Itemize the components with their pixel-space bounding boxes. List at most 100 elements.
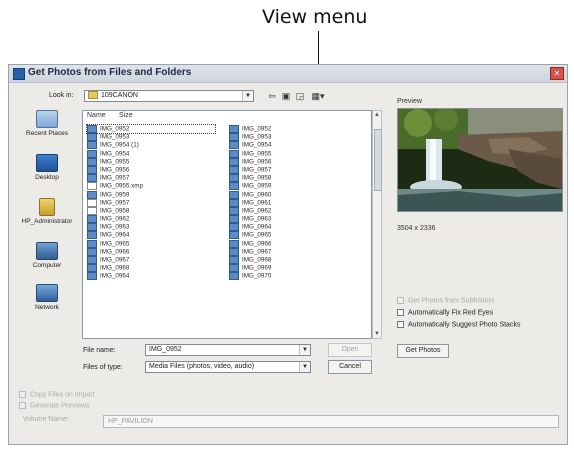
file-list[interactable]: Name Size IMG_0952 IMG_0953 IMG_0954 (1)… xyxy=(82,110,372,339)
file-item[interactable]: IMG_0966 xyxy=(229,239,359,248)
image-file-icon xyxy=(229,239,239,248)
file-item[interactable]: IMG_0966 xyxy=(87,247,217,256)
column-header-size[interactable]: Size xyxy=(119,112,133,123)
file-item[interactable]: IMG_0962 xyxy=(229,206,359,215)
cancel-button[interactable]: Cancel xyxy=(328,360,372,374)
close-icon[interactable]: ✕ xyxy=(550,67,564,80)
file-item[interactable]: IMG_0959 xyxy=(229,182,359,191)
file-item[interactable]: IMG_0963 xyxy=(229,215,359,224)
column-header-name[interactable]: Name xyxy=(87,112,106,123)
view-menu-icon[interactable]: ▦▾ xyxy=(310,91,326,102)
back-arrow-icon[interactable]: ⇦ xyxy=(266,91,278,102)
new-folder-icon[interactable]: ◲ xyxy=(294,91,306,102)
scroll-down-icon[interactable]: ▼ xyxy=(373,330,381,338)
file-item[interactable]: IMG_0955.xmp xyxy=(87,182,217,191)
file-item[interactable]: IMG_0957 xyxy=(87,198,217,207)
file-item[interactable]: IMG_0961 xyxy=(229,198,359,207)
user-folder-icon xyxy=(39,198,55,216)
app-icon xyxy=(13,68,25,80)
fix-red-eyes-checkbox[interactable]: Automatically Fix Red Eyes xyxy=(397,309,493,316)
place-label: Desktop xyxy=(35,174,59,181)
file-item[interactable]: IMG_0958 xyxy=(87,206,217,215)
file-list-scrollbar[interactable]: ▲ ▼ xyxy=(372,110,382,339)
files-of-type-label: Files of type: xyxy=(83,364,123,371)
image-file-icon xyxy=(87,190,97,199)
file-item[interactable]: IMG_0965 xyxy=(87,239,217,248)
look-in-dropdown[interactable]: 109CANON ▼ xyxy=(84,90,254,102)
file-item[interactable]: IMG_0959 xyxy=(87,190,217,199)
file-item[interactable]: IMG_0970 xyxy=(229,272,359,281)
document-file-icon xyxy=(87,198,97,207)
copy-files-checkbox[interactable]: Copy Files on Import xyxy=(19,391,95,398)
get-photos-button[interactable]: Get Photos xyxy=(397,344,449,358)
file-item[interactable]: IMG_0968 xyxy=(87,264,217,273)
file-item[interactable]: IMG_0954 (1) xyxy=(87,141,217,150)
place-label: Network xyxy=(35,304,59,311)
computer-icon xyxy=(36,242,58,260)
file-item[interactable]: IMG_0957 xyxy=(87,174,217,183)
up-folder-icon[interactable]: ▣ xyxy=(280,91,292,102)
file-name-value: IMG_0952 xyxy=(149,346,182,353)
file-item[interactable]: IMG_0965 xyxy=(229,231,359,240)
file-item[interactable]: IMG_0962 xyxy=(87,215,217,224)
image-file-icon xyxy=(87,141,97,150)
document-file-icon xyxy=(87,182,97,191)
desktop-icon xyxy=(36,154,58,172)
file-item[interactable]: IMG_0955 xyxy=(229,149,359,158)
file-item[interactable]: IMG_0967 xyxy=(87,256,217,264)
image-file-icon xyxy=(87,272,97,281)
file-item[interactable]: IMG_0952 xyxy=(229,125,359,133)
file-column-left: IMG_0952 IMG_0953 IMG_0954 (1) IMG_0954 … xyxy=(86,123,217,281)
file-item[interactable]: IMG_0964 xyxy=(87,231,217,240)
file-item[interactable]: IMG_0963 xyxy=(87,223,217,232)
image-file-icon xyxy=(229,133,239,142)
file-item[interactable]: IMG_0960 xyxy=(229,190,359,199)
file-item[interactable]: IMG_0953 xyxy=(229,133,359,142)
photo-preview xyxy=(397,108,563,212)
file-item[interactable]: IMG_0958 xyxy=(229,174,359,183)
file-item[interactable]: IMG_0964 xyxy=(229,223,359,232)
file-item[interactable]: IMG_0964 xyxy=(87,272,217,281)
file-item[interactable]: IMG_0954 xyxy=(87,149,217,158)
place-computer[interactable]: Computer xyxy=(13,242,81,282)
place-recent-places[interactable]: Recent Places xyxy=(13,110,81,150)
suggest-photo-stacks-checkbox[interactable]: Automatically Suggest Photo Stacks xyxy=(397,321,520,328)
file-item[interactable]: IMG_0967 xyxy=(229,247,359,256)
place-hp-administrator[interactable]: HP_Administrator xyxy=(13,198,81,238)
file-item[interactable]: IMG_0968 xyxy=(229,256,359,264)
place-desktop[interactable]: Desktop xyxy=(13,154,81,194)
callout: View menu xyxy=(0,0,574,64)
preview-label: Preview xyxy=(397,98,422,105)
image-file-icon xyxy=(229,247,239,256)
image-file-icon xyxy=(229,215,239,224)
file-item[interactable]: IMG_0956 xyxy=(87,165,217,174)
place-label: HP_Administrator xyxy=(21,218,73,225)
chevron-down-icon[interactable]: ▼ xyxy=(299,362,310,372)
volume-name-field[interactable]: HP_PAVILION xyxy=(103,415,559,428)
get-from-subfolders-checkbox[interactable]: Get Photos from Subfolders xyxy=(397,297,494,304)
title-bar: Get Photos from Files and Folders ✕ xyxy=(9,65,567,83)
folder-icon xyxy=(88,91,98,100)
place-network[interactable]: Network xyxy=(13,284,81,324)
file-item[interactable]: IMG_0954 xyxy=(229,141,359,150)
file-item[interactable]: IMG_0957 xyxy=(229,165,359,174)
image-file-icon xyxy=(229,256,239,264)
file-item[interactable]: IMG_0953 xyxy=(87,133,217,142)
chevron-down-icon: ▼ xyxy=(242,91,253,101)
file-name-field[interactable]: IMG_0952 ▼ xyxy=(145,344,311,356)
image-file-icon xyxy=(87,256,97,264)
file-item[interactable]: IMG_0952 xyxy=(86,123,216,135)
image-file-icon xyxy=(87,231,97,240)
file-item[interactable]: IMG_0956 xyxy=(229,157,359,166)
generate-previews-checkbox[interactable]: Generate Previews xyxy=(19,402,90,409)
files-of-type-dropdown[interactable]: Media Files (photos, video, audio) ▼ xyxy=(145,361,311,373)
image-file-icon xyxy=(229,174,239,183)
open-button[interactable]: Open xyxy=(328,343,372,357)
scroll-up-icon[interactable]: ▲ xyxy=(373,111,381,119)
file-item[interactable]: IMG_0955 xyxy=(87,157,217,166)
chevron-down-icon[interactable]: ▼ xyxy=(299,345,310,355)
image-file-icon xyxy=(87,239,97,248)
file-item[interactable]: IMG_0969 xyxy=(229,264,359,273)
image-file-icon xyxy=(229,125,239,133)
scroll-thumb[interactable] xyxy=(374,129,382,191)
